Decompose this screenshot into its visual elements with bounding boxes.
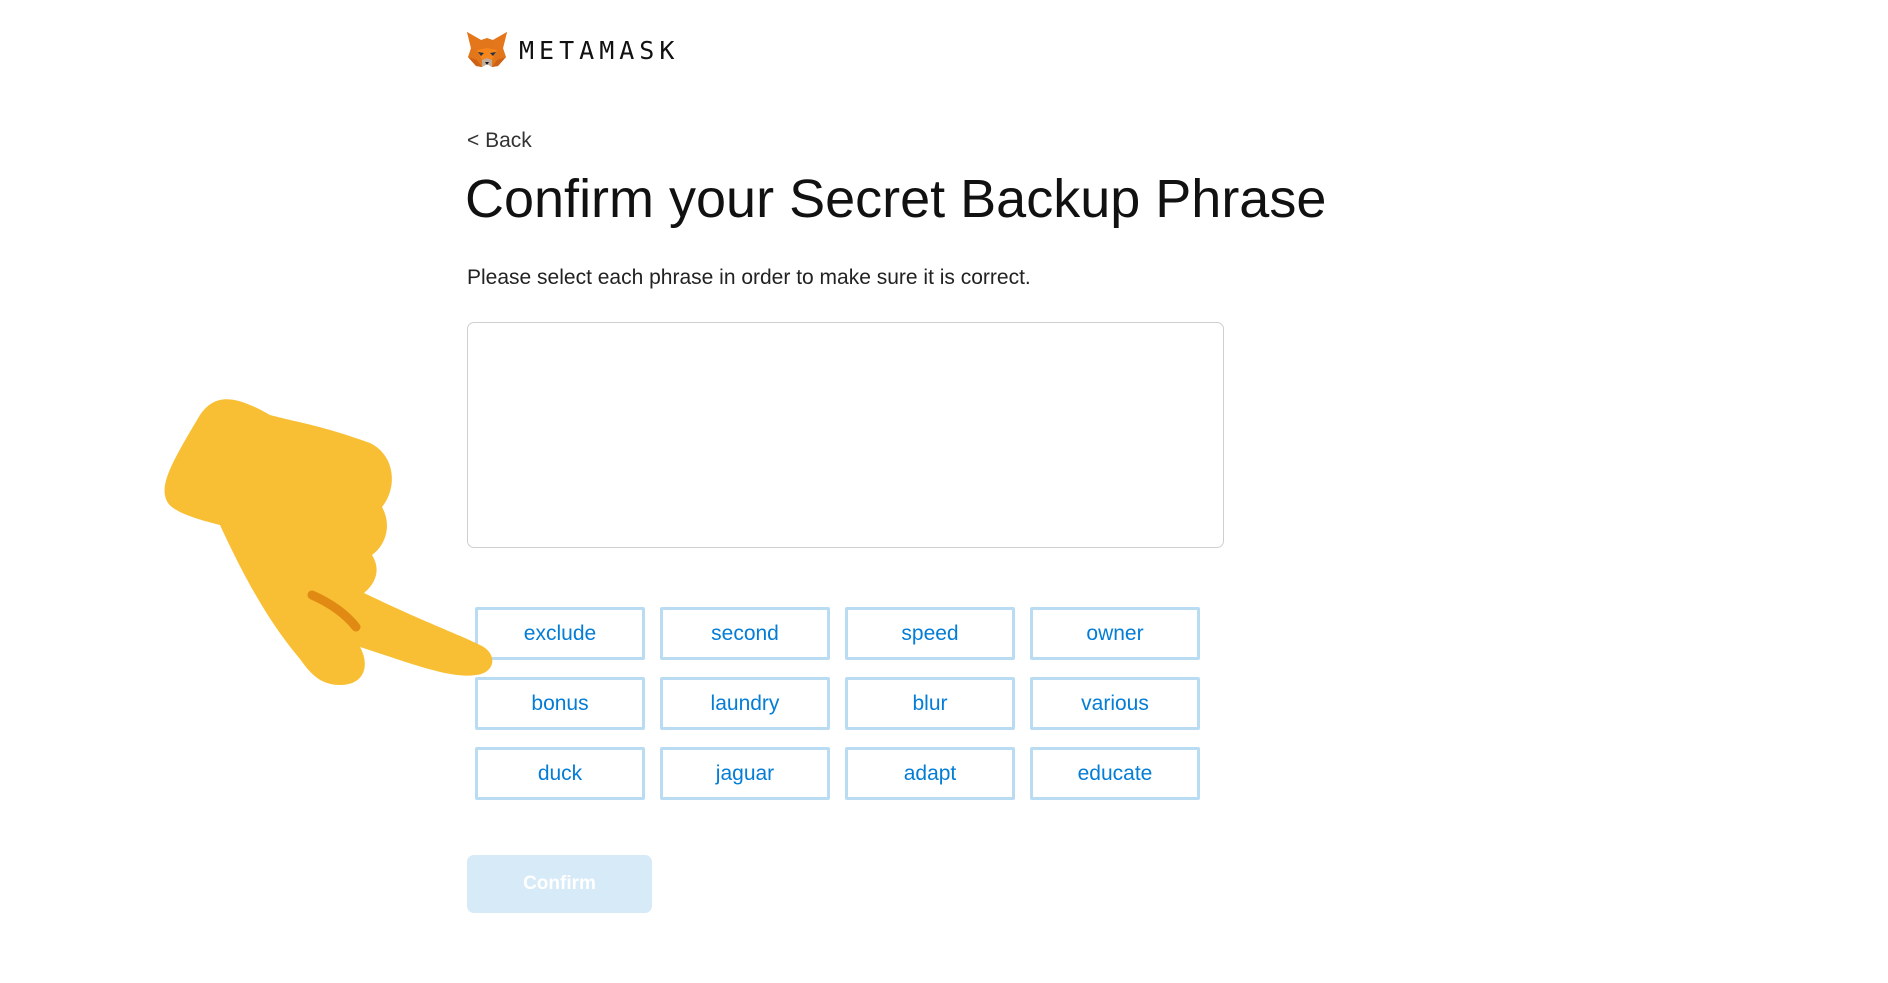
word-button-duck[interactable]: duck: [475, 747, 645, 800]
word-button-jaguar[interactable]: jaguar: [660, 747, 830, 800]
back-link[interactable]: < Back: [467, 129, 532, 153]
selected-phrase-box[interactable]: [467, 322, 1224, 548]
page: METAMASK < Back Confirm your Secret Back…: [0, 0, 1888, 983]
word-button-blur[interactable]: blur: [845, 677, 1015, 730]
word-button-bonus[interactable]: bonus: [475, 677, 645, 730]
word-button-various[interactable]: various: [1030, 677, 1200, 730]
word-options-grid: exclude second speed owner bonus laundry…: [475, 607, 1200, 800]
word-button-adapt[interactable]: adapt: [845, 747, 1015, 800]
metamask-fox-icon: [465, 30, 509, 70]
word-button-second[interactable]: second: [660, 607, 830, 660]
word-button-owner[interactable]: owner: [1030, 607, 1200, 660]
brand-name: METAMASK: [519, 35, 680, 65]
word-button-exclude[interactable]: exclude: [475, 607, 645, 660]
page-title: Confirm your Secret Backup Phrase: [465, 169, 1327, 229]
pointing-hand-icon: [160, 395, 500, 690]
confirm-button[interactable]: Confirm: [467, 855, 652, 913]
word-button-educate[interactable]: educate: [1030, 747, 1200, 800]
word-button-laundry[interactable]: laundry: [660, 677, 830, 730]
word-button-speed[interactable]: speed: [845, 607, 1015, 660]
header: METAMASK: [465, 30, 679, 70]
instructions-text: Please select each phrase in order to ma…: [467, 266, 1031, 289]
